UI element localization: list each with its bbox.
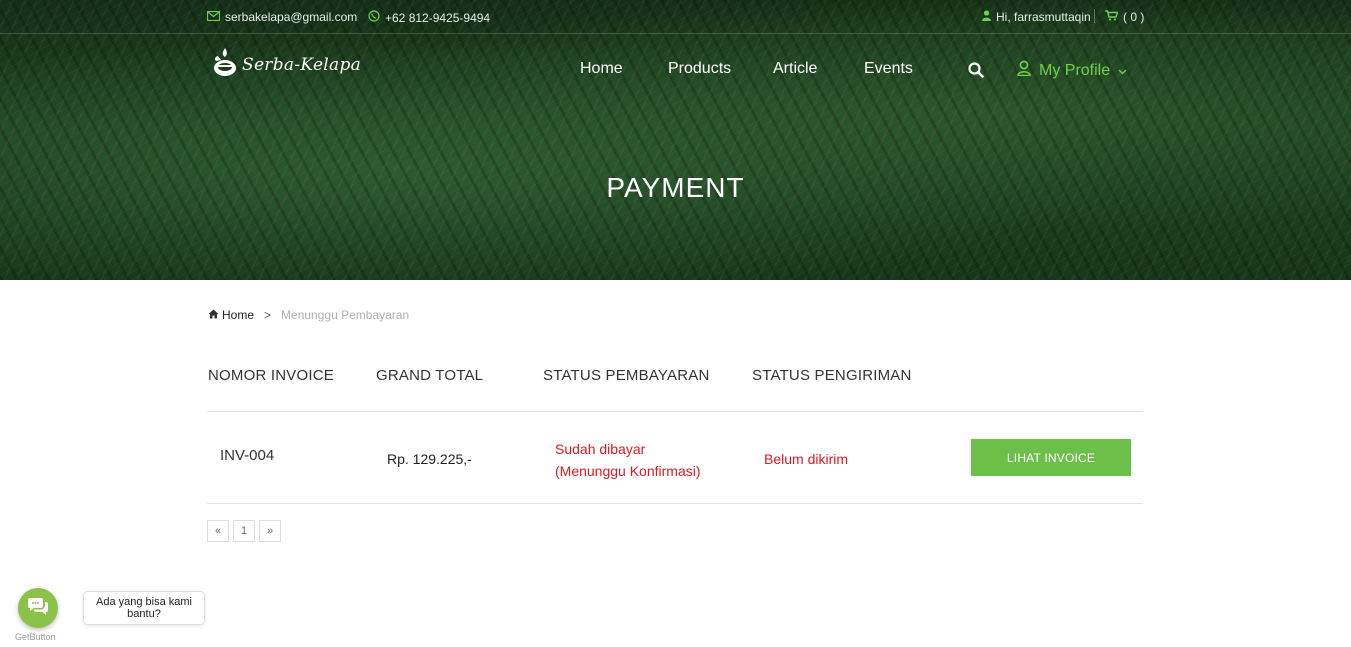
nav-products[interactable]: Products: [668, 60, 731, 78]
pagination-next[interactable]: »: [259, 520, 281, 542]
nav-events[interactable]: Events: [864, 60, 913, 78]
user-outline-icon: [1017, 60, 1031, 81]
chat-widget-message[interactable]: Ada yang bisa kami bantu?: [83, 591, 205, 625]
breadcrumb-home[interactable]: Home: [208, 308, 254, 322]
pagination-page-1[interactable]: 1: [233, 520, 255, 542]
grand-total: Rp. 129.225,-: [387, 451, 472, 467]
email-text: serbakelapa@gmail.com: [225, 10, 358, 24]
coconut-logo-icon: [212, 46, 238, 83]
column-header-payment-status: STATUS PEMBAYARAN: [543, 367, 710, 384]
row-divider: [207, 503, 1143, 504]
user-icon: [982, 10, 991, 24]
breadcrumb-separator: >: [264, 308, 272, 322]
invoice-number: INV-004: [220, 447, 275, 464]
cart-count: ( 0 ): [1123, 10, 1145, 24]
whatsapp-icon: [368, 10, 380, 25]
view-invoice-button[interactable]: LIHAT INVOICE: [971, 439, 1131, 476]
my-profile-label: My Profile: [1039, 61, 1111, 79]
home-icon: [208, 308, 219, 322]
payment-status: Sudah dibayar (Menunggu Konfirmasi): [555, 438, 701, 482]
column-header-grand-total: GRAND TOTAL: [376, 367, 484, 384]
search-icon[interactable]: [968, 62, 984, 83]
user-greeting[interactable]: Hi, farrasmuttaqin: [982, 10, 1091, 24]
shipping-status: Belum dikirim: [764, 451, 849, 467]
top-bar: serbakelapa@gmail.com +62 812-9425-9494 …: [0, 0, 1351, 34]
breadcrumb: Home > Menunggu Pembayaran: [208, 308, 409, 322]
main-navbar: Serba-Kelapa Home Products Article Event…: [0, 34, 1351, 104]
site-logo[interactable]: Serba-Kelapa: [212, 46, 361, 83]
logo-text: Serba-Kelapa: [242, 54, 362, 75]
phone-contact[interactable]: +62 812-9425-9494: [368, 10, 490, 25]
column-header-shipping-status: STATUS PENGIRIMAN: [752, 367, 912, 384]
email-contact[interactable]: serbakelapa@gmail.com: [206, 10, 358, 24]
divider: [1094, 9, 1095, 23]
greeting-text: Hi, farrasmuttaqin: [996, 10, 1091, 24]
chat-widget-button[interactable]: [18, 588, 58, 628]
payment-status-line1: Sudah dibayar: [555, 441, 646, 457]
pagination-prev[interactable]: «: [207, 520, 229, 542]
nav-home[interactable]: Home: [580, 60, 623, 78]
chat-widget-brand: GetButton: [15, 632, 56, 642]
envelope-icon: [206, 10, 221, 24]
cart-icon: [1105, 10, 1119, 24]
breadcrumb-current: Menunggu Pembayaran: [281, 308, 410, 322]
my-profile-menu[interactable]: My Profile: [1017, 60, 1127, 81]
cart-link[interactable]: ( 0 ): [1105, 10, 1144, 24]
pagination: « 1 »: [207, 520, 281, 542]
breadcrumb-home-label: Home: [222, 308, 255, 322]
chat-bubbles-icon: [27, 596, 49, 621]
payment-status-line2: (Menunggu Konfirmasi): [555, 463, 701, 479]
header-divider: [207, 411, 1143, 412]
column-header-invoice: NOMOR INVOICE: [208, 367, 334, 384]
page-title: PAYMENT: [606, 172, 745, 203]
chevron-down-icon: [1118, 62, 1127, 80]
hero-banner: serbakelapa@gmail.com +62 812-9425-9494 …: [0, 0, 1351, 280]
nav-article[interactable]: Article: [773, 60, 817, 78]
phone-text: +62 812-9425-9494: [385, 10, 491, 25]
